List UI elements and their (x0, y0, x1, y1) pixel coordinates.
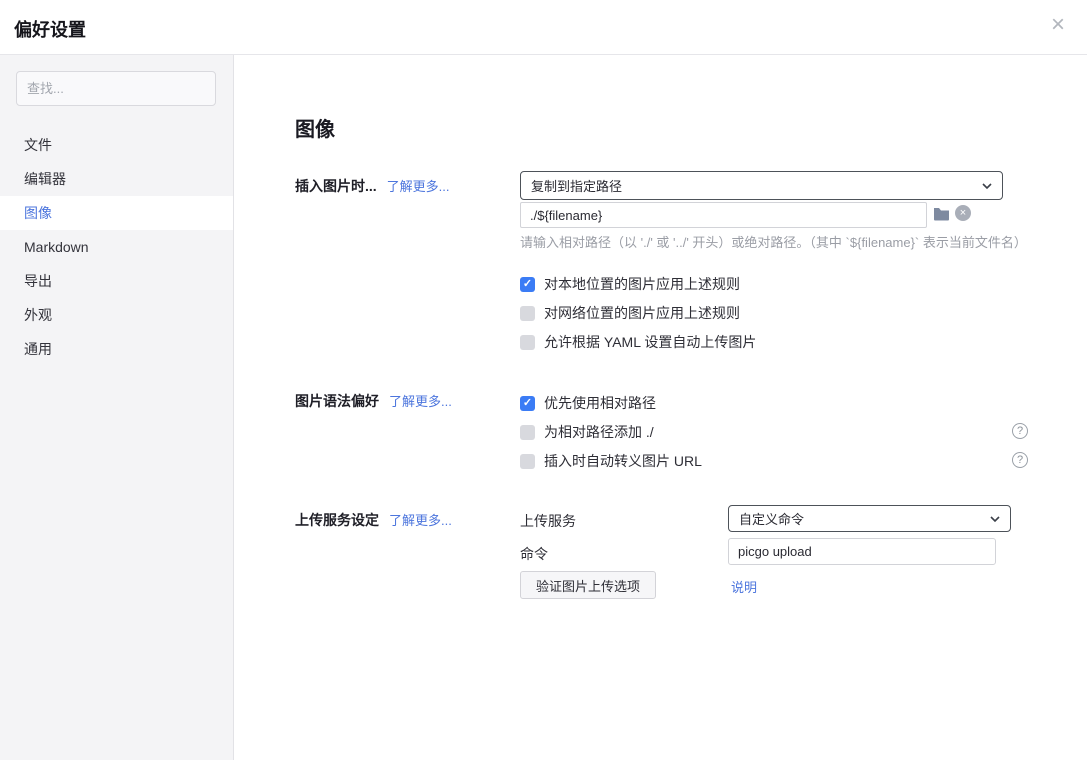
checkbox-row-yaml-upload[interactable]: 允许根据 YAML 设置自动上传图片 (520, 332, 1028, 352)
header: 偏好设置 × (0, 0, 1087, 55)
checkbox-label: 对本地位置的图片应用上述规则 (544, 274, 740, 294)
insert-action-select[interactable]: 复制到指定路径 (520, 171, 1003, 200)
sidebar-item-editor[interactable]: 编辑器 (0, 162, 233, 196)
command-label: 命令 (520, 544, 548, 564)
main-panel: 图像 插入图片时... 了解更多... 复制到指定路径 × 请输入相对路径（以 … (235, 55, 1087, 760)
syntax-section-label: 图片语法偏好 了解更多... (295, 391, 452, 411)
syntax-label: 图片语法偏好 (295, 391, 379, 411)
syntax-learn-more-link[interactable]: 了解更多... (389, 391, 452, 410)
checkbox-row-network-rule[interactable]: 对网络位置的图片应用上述规则 (520, 303, 1028, 323)
command-input[interactable] (728, 538, 996, 565)
folder-icon[interactable] (933, 206, 950, 221)
page-heading: 图像 (295, 113, 335, 142)
upload-label: 上传服务设定 (295, 510, 379, 530)
checkbox[interactable] (520, 454, 535, 469)
sidebar-item-appearance[interactable]: 外观 (0, 298, 233, 332)
chevron-down-icon (981, 180, 993, 192)
checkbox-row-local-rule[interactable]: 对本地位置的图片应用上述规则 (520, 274, 1028, 294)
checkbox[interactable] (520, 306, 535, 321)
close-icon[interactable]: × (1051, 13, 1065, 37)
search-input[interactable] (17, 72, 215, 105)
help-icon[interactable]: ? (1012, 452, 1028, 468)
checkbox-row-escape-url[interactable]: 插入时自动转义图片 URL ? (520, 451, 1028, 471)
checkbox[interactable] (520, 425, 535, 440)
checkbox-row-add-dot-slash[interactable]: 为相对路径添加 ./ ? (520, 422, 1028, 442)
help-icon[interactable]: ? (1012, 423, 1028, 439)
insert-label: 插入图片时... (295, 176, 377, 196)
upload-learn-more-link[interactable]: 了解更多... (389, 510, 452, 529)
clear-icon[interactable]: × (955, 205, 971, 221)
checkbox-label: 对网络位置的图片应用上述规则 (544, 303, 740, 323)
checkbox-label: 允许根据 YAML 设置自动上传图片 (544, 332, 756, 352)
insert-action-select-value: 复制到指定路径 (521, 176, 981, 195)
sidebar-item-file[interactable]: 文件 (0, 128, 233, 162)
sidebar-item-image[interactable]: 图像 (0, 196, 233, 230)
sidebar-item-markdown[interactable]: Markdown (0, 230, 233, 264)
upload-service-select[interactable]: 自定义命令 (728, 505, 1011, 532)
sidebar: 文件 编辑器 图像 Markdown 导出 外观 通用 (0, 55, 234, 760)
page-title: 偏好设置 (14, 16, 86, 42)
checkbox[interactable] (520, 335, 535, 350)
path-hint: 请输入相对路径（以 './' 或 '../' 开头）或绝对路径。（其中 `${f… (520, 232, 1027, 251)
insert-section-label: 插入图片时... 了解更多... (295, 176, 450, 196)
checkbox[interactable] (520, 277, 535, 292)
checkbox-label: 优先使用相对路径 (544, 393, 656, 413)
checkbox[interactable] (520, 396, 535, 411)
search-box (16, 71, 216, 106)
sidebar-item-export[interactable]: 导出 (0, 264, 233, 298)
upload-section-label: 上传服务设定 了解更多... (295, 510, 452, 530)
upload-service-label: 上传服务 (520, 511, 576, 531)
checkbox-row-relative-path[interactable]: 优先使用相对路径 (520, 393, 1028, 413)
chevron-down-icon (989, 513, 1001, 525)
sidebar-nav: 文件 编辑器 图像 Markdown 导出 外观 通用 (0, 128, 233, 366)
upload-note-link[interactable]: 说明 (731, 577, 757, 596)
checkbox-label: 插入时自动转义图片 URL (544, 451, 702, 471)
validate-upload-button[interactable]: 验证图片上传选项 (520, 571, 656, 599)
path-input[interactable] (520, 202, 927, 228)
checkbox-label: 为相对路径添加 ./ (544, 422, 654, 442)
sidebar-item-general[interactable]: 通用 (0, 332, 233, 366)
insert-learn-more-link[interactable]: 了解更多... (387, 176, 450, 195)
upload-service-select-value: 自定义命令 (729, 509, 989, 528)
